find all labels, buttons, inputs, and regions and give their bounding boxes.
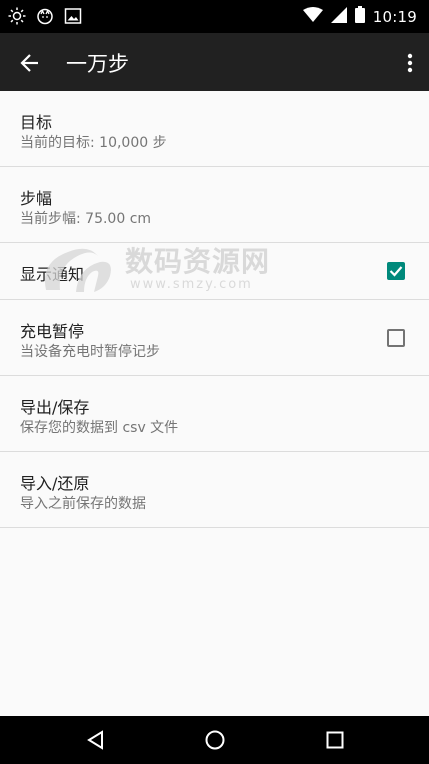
status-right-icons: 10:19	[302, 6, 417, 27]
triangle-back-icon	[87, 730, 103, 750]
nav-home-button[interactable]	[185, 716, 245, 764]
setting-goal[interactable]: 目标 当前的目标: 10,000 步	[0, 91, 429, 167]
brightness-icon	[8, 7, 26, 29]
app-bar: 一万步	[0, 33, 429, 91]
charging-pause-checkbox[interactable]	[387, 329, 405, 347]
image-icon	[64, 7, 82, 29]
check-icon	[389, 266, 403, 277]
overflow-menu-button[interactable]	[403, 49, 417, 77]
signal-icon	[330, 6, 347, 27]
back-button[interactable]	[16, 49, 44, 77]
setting-title: 导入/还原	[20, 474, 90, 493]
setting-charging-pause[interactable]: 充电暂停 当设备充电时暂停记步	[0, 300, 429, 376]
status-time: 10:19	[372, 7, 417, 26]
setting-title: 导出/保存	[20, 398, 90, 417]
setting-title: 步幅	[20, 189, 53, 208]
setting-summary: 当前的目标: 10,000 步	[20, 135, 167, 151]
nav-recents-button[interactable]	[305, 716, 365, 764]
page-title: 一万步	[66, 52, 129, 76]
more-vert-icon	[407, 53, 413, 73]
setting-show-notification[interactable]: 显示通知	[0, 243, 429, 300]
settings-list: 目标 当前的目标: 10,000 步 步幅 当前步幅: 75.00 cm 显示通…	[0, 91, 429, 528]
status-left-icons	[8, 7, 82, 29]
nav-back-button[interactable]	[66, 716, 126, 764]
setting-import[interactable]: 导入/还原 导入之前保存的数据	[0, 452, 429, 528]
setting-summary: 导入之前保存的数据	[20, 496, 146, 512]
arrow-back-icon	[20, 54, 38, 72]
circle-home-icon	[205, 730, 225, 750]
wifi-icon	[302, 6, 323, 27]
cat-icon	[36, 7, 54, 29]
setting-stride[interactable]: 步幅 当前步幅: 75.00 cm	[0, 167, 429, 243]
setting-summary: 保存您的数据到 csv 文件	[20, 420, 179, 436]
status-bar: 10:19	[0, 0, 429, 33]
setting-export[interactable]: 导出/保存 保存您的数据到 csv 文件	[0, 376, 429, 452]
setting-title: 显示通知	[20, 265, 85, 284]
setting-title: 充电暂停	[20, 322, 85, 341]
navigation-bar	[0, 716, 429, 764]
notification-checkbox[interactable]	[387, 262, 405, 280]
setting-summary: 当前步幅: 75.00 cm	[20, 211, 152, 227]
square-recents-icon	[326, 731, 344, 749]
setting-summary: 当设备充电时暂停记步	[20, 344, 160, 360]
setting-title: 目标	[20, 113, 53, 132]
battery-icon	[354, 6, 365, 27]
